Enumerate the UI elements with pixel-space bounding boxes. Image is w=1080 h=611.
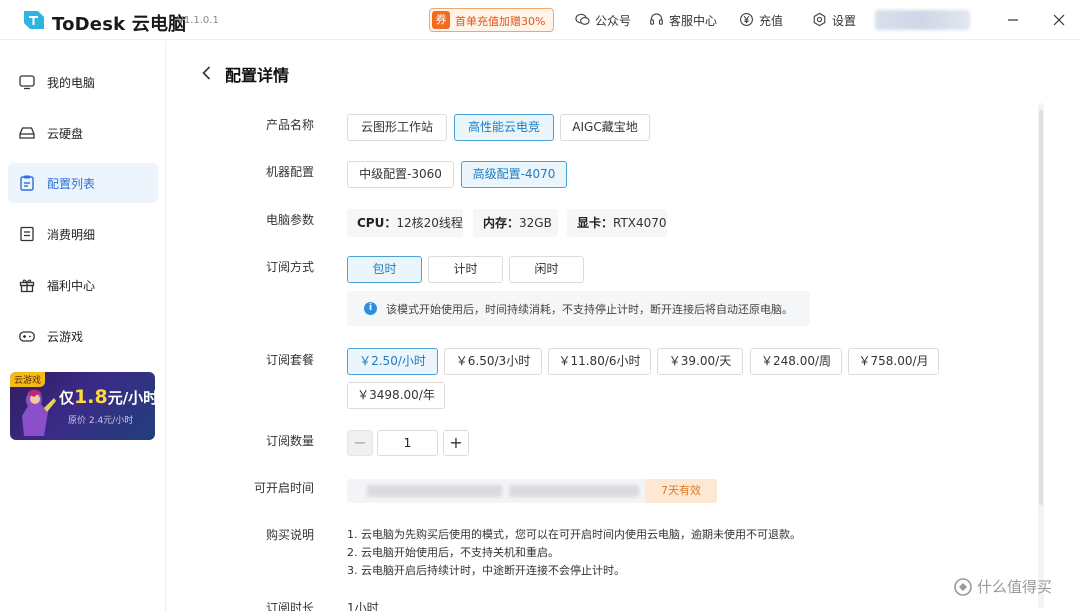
- notice-text: 该模式开始使用后，时间持续消耗，不支持停止计时，断开连接后将自动还原电脑。: [386, 303, 793, 316]
- page-title: 配置详情: [225, 66, 290, 85]
- back-arrow-icon[interactable]: [199, 64, 215, 82]
- wechat-icon: [575, 13, 590, 25]
- param-cpu: CPU：12核20线程: [347, 209, 463, 237]
- package-option[interactable]: ￥6.50/3小时: [444, 348, 542, 375]
- sidebar-item-billing[interactable]: 消费明细: [8, 214, 158, 254]
- product-label: 产品名称: [265, 118, 314, 132]
- sidebar-item-welfare[interactable]: 福利中心: [8, 265, 158, 305]
- open-time-label: 可开启时间: [253, 481, 314, 495]
- purchase-note-label: 购买说明: [265, 528, 314, 542]
- sidebar-item-cloud-game[interactable]: 云游戏: [8, 316, 158, 356]
- gamepad-icon: [19, 331, 35, 342]
- mode-notice: i 该模式开始使用后，时间持续消耗，不支持停止计时，断开连接后将自动还原电脑。: [347, 291, 810, 326]
- sidebar-item-config-list[interactable]: 配置列表: [8, 163, 158, 203]
- params-label: 电脑参数: [265, 213, 314, 227]
- param-memory: 内存：32GB: [473, 209, 558, 237]
- close-icon[interactable]: [1051, 12, 1067, 28]
- scrollbar-thumb[interactable]: [1039, 110, 1043, 505]
- watermark: 什么值得买: [953, 576, 1052, 597]
- gift-icon: [19, 279, 35, 293]
- sidebar-item-label: 云硬盘: [47, 127, 84, 141]
- machine-option[interactable]: 中级配置-3060: [347, 161, 454, 188]
- machine-option-selected[interactable]: 高级配置-4070: [461, 161, 567, 188]
- settings-label: 设置: [832, 14, 857, 28]
- app-version: V1.1.0.1: [177, 15, 219, 26]
- sidebar-item-label: 消费明细: [47, 228, 96, 242]
- subscription-option[interactable]: 计时: [428, 256, 503, 283]
- subscription-option[interactable]: 闲时: [509, 256, 584, 283]
- duration-label: 订阅时长: [265, 601, 314, 611]
- minimize-icon[interactable]: [1005, 12, 1021, 28]
- disk-icon: [19, 127, 35, 139]
- product-option[interactable]: AIGC藏宝地: [560, 114, 650, 141]
- package-option[interactable]: ￥11.80/6小时: [548, 348, 651, 375]
- recharge-button[interactable]: 充值: [739, 11, 787, 29]
- smzdm-logo-icon: [954, 577, 972, 596]
- purchase-note-line: 1. 云电脑为先购买后使用的模式，您可以在可开启时间内使用云电脑，逾期未使用不可…: [347, 528, 801, 541]
- quantity-input[interactable]: 1: [377, 430, 438, 456]
- info-icon: i: [364, 302, 377, 315]
- title-bar: ToDesk 云电脑 V1.1.0.1 券 首单充值加赠30% 公众号 客服中心…: [0, 0, 1080, 40]
- promo-banner[interactable]: 券 首单充值加赠30%: [429, 8, 554, 32]
- game-character-image: [22, 389, 56, 436]
- receipt-icon: [20, 226, 34, 242]
- promo-text: 首单充值加赠30%: [455, 15, 546, 28]
- duration-value: 1小时: [347, 601, 379, 611]
- banner-original-price: 原价 2.4元/小时: [68, 416, 134, 426]
- coupon-icon: 券: [432, 11, 450, 29]
- sidebar-item-label: 福利中心: [47, 279, 96, 293]
- validity-badge: 7天有效: [645, 479, 717, 503]
- todesk-logo-icon: [24, 11, 44, 29]
- sidebar-item-label: 我的电脑: [47, 76, 96, 90]
- banner-tag: 云游戏: [10, 372, 46, 387]
- recharge-label: 充值: [759, 14, 784, 28]
- subscription-option-selected[interactable]: 包时: [347, 256, 422, 283]
- monitor-icon: [19, 75, 35, 90]
- sidebar-item-cloud-disk[interactable]: 云硬盘: [8, 113, 158, 153]
- quantity-increment-button[interactable]: +: [443, 430, 469, 456]
- product-option-selected[interactable]: 高性能云电竞: [454, 114, 554, 141]
- sidebar-item-my-computer[interactable]: 我的电脑: [8, 62, 158, 102]
- package-label: 订阅套餐: [265, 353, 314, 367]
- quantity-label: 订阅数量: [265, 434, 314, 448]
- package-option[interactable]: ￥3498.00/年: [347, 382, 445, 409]
- yen-icon: [740, 13, 753, 26]
- quantity-decrement-button[interactable]: −: [347, 430, 373, 456]
- settings-button[interactable]: 设置: [812, 11, 860, 29]
- official-account-button[interactable]: 公众号: [575, 11, 635, 29]
- package-option[interactable]: ￥39.00/天: [657, 348, 743, 375]
- clipboard-icon: [20, 175, 34, 191]
- product-option[interactable]: 云图形工作站: [347, 114, 447, 141]
- headset-icon: [650, 13, 663, 25]
- package-option[interactable]: ￥758.00/月: [848, 348, 939, 375]
- sidebar-item-label: 配置列表: [47, 177, 96, 191]
- purchase-note-line: 3. 云电脑开启后持续计时，中途断开连接不会停止计时。: [347, 564, 625, 577]
- support-label: 客服中心: [669, 14, 718, 28]
- purchase-note-line: 2. 云电脑开始使用后，不支持关机和重启。: [347, 546, 559, 559]
- support-button[interactable]: 客服中心: [649, 11, 721, 29]
- machine-label: 机器配置: [265, 165, 314, 179]
- app-brand: ToDesk 云电脑: [52, 14, 187, 35]
- sidebar: 我的电脑 云硬盘 配置列表 消费明细 福利中心 云游戏 云游戏 仅1.8元/小时…: [0, 41, 166, 611]
- subscription-label: 订阅方式: [265, 260, 314, 274]
- sidebar-item-label: 云游戏: [47, 330, 84, 344]
- package-option[interactable]: ￥248.00/周: [750, 348, 842, 375]
- user-account-redacted[interactable]: [875, 10, 970, 30]
- banner-price: 仅1.8元/小时: [59, 386, 155, 408]
- package-option-selected[interactable]: ￥2.50/小时: [347, 348, 438, 375]
- official-account-label: 公众号: [595, 14, 632, 28]
- gear-icon: [813, 12, 826, 27]
- cloud-game-promo-banner[interactable]: 云游戏 仅1.8元/小时 原价 2.4元/小时: [10, 372, 155, 440]
- param-gpu: 显卡：RTX4070: [567, 209, 667, 237]
